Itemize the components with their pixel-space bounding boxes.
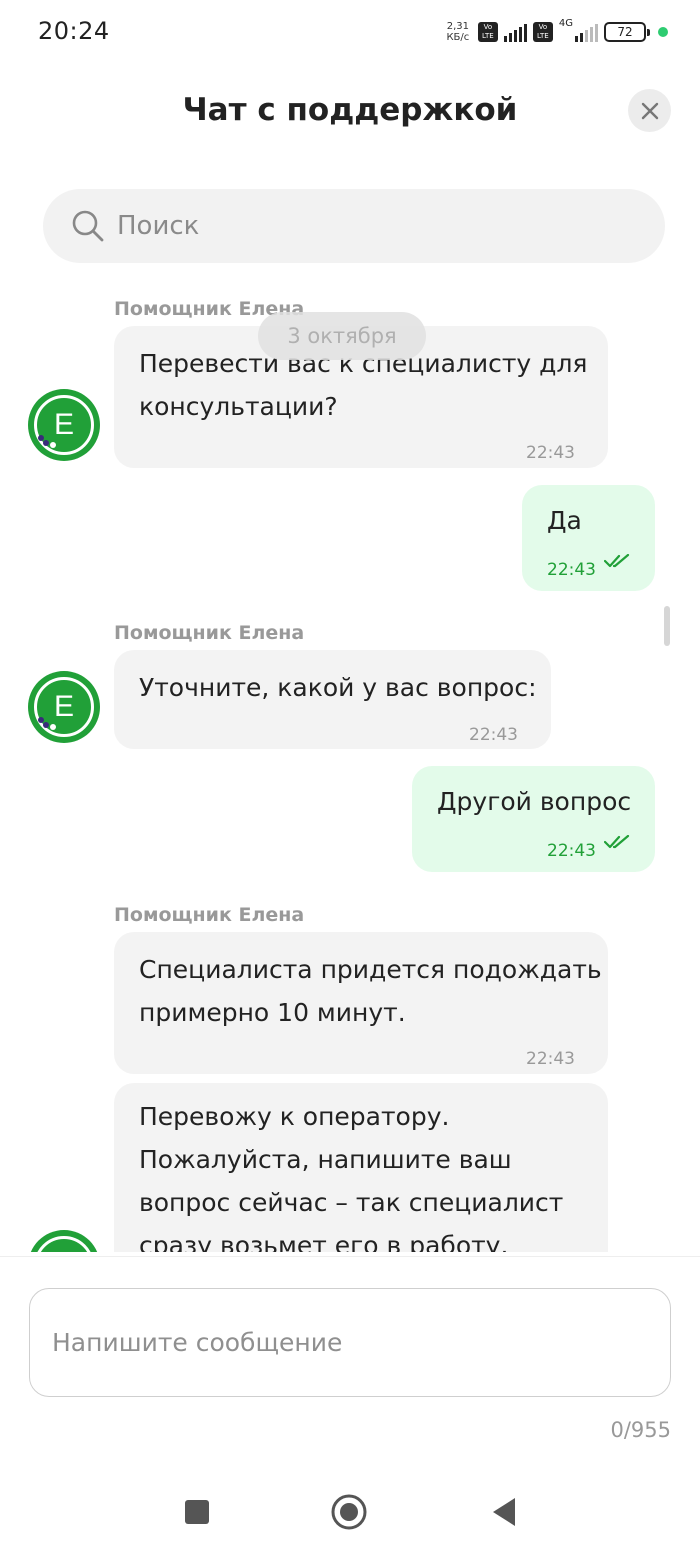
search-icon — [72, 210, 104, 242]
home-button[interactable] — [327, 1490, 371, 1534]
message-composer[interactable] — [29, 1288, 671, 1397]
avatar-dots-icon — [38, 435, 56, 448]
signal-icon — [575, 22, 598, 42]
recents-icon — [185, 1500, 209, 1524]
message-bubble-incoming: Перевожу к оператору. Пожалуйста, напиши… — [114, 1083, 608, 1252]
recents-button[interactable] — [175, 1490, 219, 1534]
close-icon — [641, 102, 658, 119]
battery-icon: 72 — [604, 22, 650, 42]
avatar: E — [28, 389, 100, 461]
page-title: Чат с поддержкой — [182, 92, 518, 128]
network-speed: 2,31 КБ/с — [446, 21, 470, 43]
message-time: 22:43 — [469, 725, 518, 745]
message-text: Уточните, какой у вас вопрос: — [139, 673, 537, 702]
chat-feed[interactable]: Помощник Елена Перевести вас к специалис… — [0, 290, 700, 1252]
volte-icon: Vo LTE — [532, 22, 553, 42]
message-bubble-outgoing: Другой вопрос 22:43 — [412, 766, 655, 872]
avatar: E — [28, 671, 100, 743]
message-bubble-incoming: Уточните, какой у вас вопрос: 22:43 — [114, 650, 551, 749]
search-input[interactable] — [117, 189, 637, 263]
character-counter: 0/955 — [610, 1418, 671, 1442]
message-time: 22:43 — [547, 560, 596, 580]
back-icon — [493, 1498, 515, 1526]
message-sender: Помощник Елена — [114, 622, 305, 644]
read-checks-icon — [604, 835, 630, 849]
status-icons: 2,31 КБ/с Vo LTE Vo LTE 4G 72 — [444, 18, 668, 46]
read-checks-icon — [604, 554, 630, 568]
status-dot-icon — [658, 27, 668, 37]
search-bar[interactable] — [43, 189, 665, 263]
scrollbar[interactable] — [664, 606, 670, 646]
message-input[interactable] — [52, 1289, 642, 1395]
message-text: Специалиста придется подождать примерно … — [139, 955, 602, 1027]
message-bubble-incoming: Специалиста придется подождать примерно … — [114, 932, 608, 1074]
avatar-dots-icon — [38, 717, 56, 730]
back-button[interactable] — [482, 1490, 526, 1534]
message-time: 22:43 — [526, 443, 575, 463]
home-icon — [331, 1494, 367, 1530]
volte-icon: Vo LTE — [477, 22, 498, 42]
message-time: 22:43 — [526, 1049, 575, 1069]
message-text: Да — [547, 506, 582, 535]
message-bubble-outgoing: Да 22:43 — [522, 485, 655, 591]
message-text: Перевожу к оператору. Пожалуйста, напиши… — [139, 1102, 564, 1252]
status-time: 20:24 — [38, 17, 110, 45]
message-sender: Помощник Елена — [114, 904, 305, 926]
composer-divider — [0, 1256, 700, 1257]
avatar: E — [28, 1230, 100, 1252]
date-chip: 3 октября — [258, 312, 426, 360]
network-type: 4G — [558, 18, 573, 29]
status-bar: 20:24 2,31 КБ/с Vo LTE Vo LTE 4G 72 — [0, 0, 700, 64]
signal-icon — [503, 22, 527, 42]
message-text: Другой вопрос — [437, 787, 632, 816]
message-time: 22:43 — [547, 841, 596, 861]
close-button[interactable] — [628, 89, 671, 132]
